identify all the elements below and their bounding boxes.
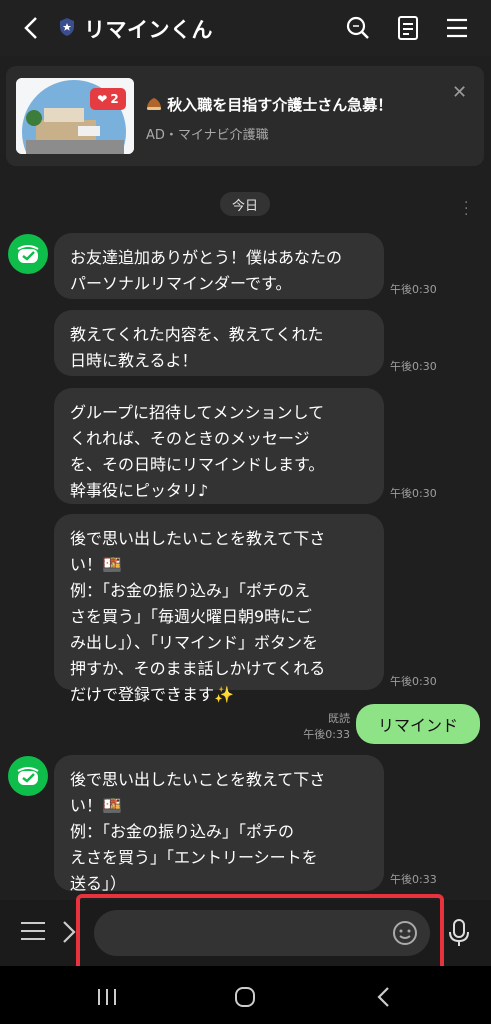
menu-toggle-icon[interactable] bbox=[20, 920, 46, 946]
chevron-right-icon[interactable] bbox=[62, 920, 76, 948]
shield-star-icon bbox=[58, 17, 76, 41]
notes-icon[interactable] bbox=[392, 12, 424, 44]
message-time: 午後0:30 bbox=[390, 283, 437, 296]
more-options-icon[interactable]: · · · bbox=[464, 196, 468, 222]
message-bubble: 教えてくれた内容を、教えてくれた 日時に教えるよ！ bbox=[54, 310, 384, 376]
message-bubble: 後で思い出したいことを教えて下さ い！🍱 例：「お金の振り込み」「ポチのえ さを… bbox=[54, 514, 384, 704]
message-bubble: お友達追加ありがとう！僕はあなたの パーソナルリマインダーです。 bbox=[54, 233, 384, 299]
chat-title-group[interactable]: リマインくん bbox=[58, 14, 213, 44]
recent-apps-icon[interactable] bbox=[96, 988, 118, 1010]
chestnut-icon bbox=[146, 97, 162, 111]
search-icon[interactable] bbox=[342, 12, 374, 44]
message-time: 午後0:30 bbox=[390, 360, 437, 373]
ad-title: 秋入職を目指す介護士さん急募！ bbox=[146, 94, 392, 115]
heart-icon: ❤ bbox=[97, 92, 108, 106]
system-back-icon[interactable] bbox=[376, 986, 392, 1012]
message-bubble: グループに招待してメンションして くれれば、そのときのメッセージ を、その日時に… bbox=[54, 388, 384, 504]
ad-sponsor: AD・マイナビ介護職 bbox=[146, 128, 269, 143]
bot-avatar[interactable] bbox=[8, 234, 48, 274]
read-receipt: 既読 bbox=[328, 712, 350, 725]
message-time: 午後0:30 bbox=[390, 675, 437, 688]
message-time: 午後0:30 bbox=[390, 487, 437, 500]
message-time: 午後0:33 bbox=[390, 873, 437, 886]
system-nav-bar bbox=[0, 966, 491, 1024]
message-time: 午後0:33 bbox=[303, 728, 350, 741]
menu-icon[interactable] bbox=[441, 12, 473, 44]
ad-banner[interactable]: · · · bbox=[6, 66, 484, 222]
close-icon[interactable]: ✕ bbox=[452, 82, 467, 103]
date-separator: 今日 bbox=[220, 192, 270, 216]
message-bubble: 後で思い出したいことを教えて下さ い！🍱 例：「お金の振り込み」「ポチの えさを… bbox=[54, 755, 384, 893]
bot-avatar[interactable] bbox=[8, 756, 48, 796]
my-message-bubble: リマインド bbox=[356, 704, 480, 744]
back-arrow-icon[interactable] bbox=[16, 12, 48, 44]
microphone-icon[interactable] bbox=[448, 918, 470, 952]
home-icon[interactable] bbox=[234, 986, 256, 1012]
likes-badge: ❤ 2 bbox=[90, 88, 126, 110]
chat-header: リマインくん bbox=[0, 0, 491, 56]
input-highlight-box bbox=[76, 894, 444, 972]
page-title: リマインくん bbox=[84, 18, 213, 42]
